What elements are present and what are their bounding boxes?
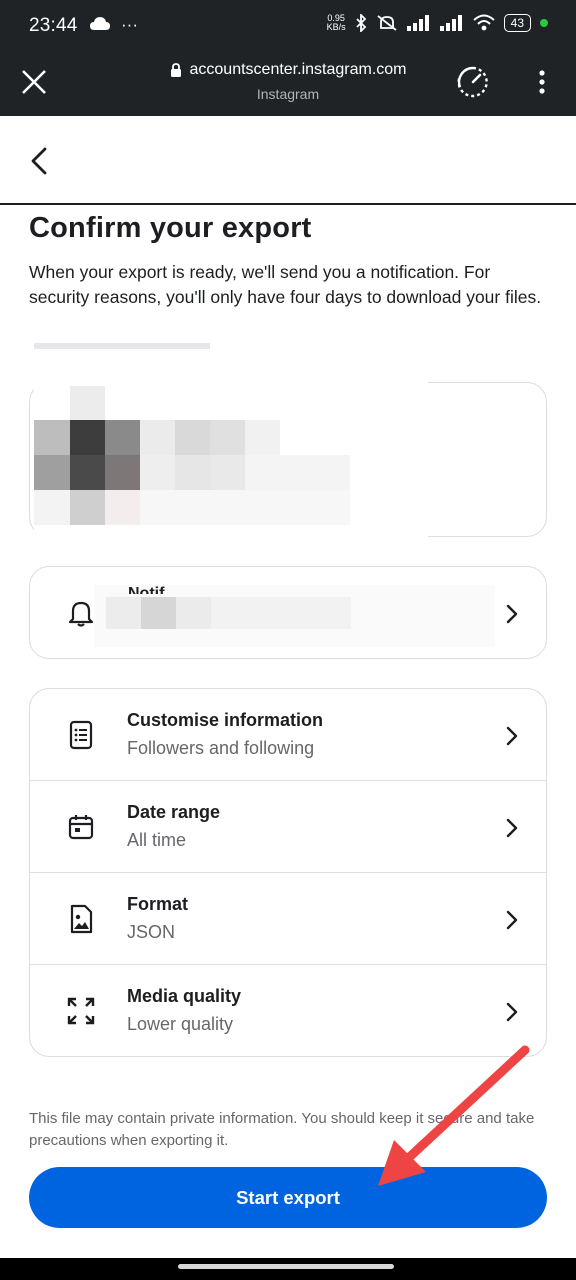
setting-title: Format: [127, 894, 189, 914]
expand-arrows-icon: [67, 997, 95, 1025]
pixelated-redaction: [34, 350, 428, 542]
start-export-button[interactable]: Start export: [29, 1167, 547, 1228]
chevron-right-icon: [506, 726, 518, 746]
speedometer-icon[interactable]: [456, 65, 490, 99]
status-right-icons: 0.95 KB/s 43: [327, 14, 548, 32]
setting-value: Followers and following: [127, 738, 315, 758]
chevron-right-icon: [506, 910, 518, 930]
privacy-footnote: This file may contain private informatio…: [29, 1110, 535, 1149]
cloud-icon: [90, 17, 110, 30]
signal-icon: [406, 15, 429, 31]
setting-title: Media quality: [127, 986, 242, 1006]
page-title: Confirm your export: [29, 212, 312, 244]
status-bar: 23:44 ··· 0.95 KB/s 43: [0, 0, 576, 48]
url-text: accountscenter.instagram.com: [189, 61, 407, 78]
wifi-icon: [472, 14, 495, 31]
more-vertical-icon[interactable]: [532, 68, 552, 96]
browser-bar: accountscenter.instagram.com Instagram: [0, 48, 576, 116]
back-arrow-icon[interactable]: [26, 146, 54, 176]
battery-indicator: 43: [503, 14, 531, 32]
bell-icon: [68, 601, 94, 627]
setting-value: JSON: [127, 922, 176, 942]
status-left-icons: ···: [89, 15, 138, 35]
signal-icon-2: [439, 15, 462, 31]
setting-title: Date range: [127, 802, 221, 822]
mute-icon: [377, 15, 397, 31]
status-dot: [540, 19, 548, 27]
home-handle[interactable]: [178, 1264, 394, 1269]
network-speed: 0.95 KB/s: [327, 14, 346, 32]
bluetooth-icon: [356, 14, 366, 32]
setting-title: Customise information: [127, 710, 324, 730]
more-icon: ···: [121, 15, 138, 34]
page-description: When your export is ready, we'll send yo…: [29, 262, 542, 307]
chevron-right-icon: [506, 1002, 518, 1022]
pixelated-bar-top: [34, 343, 210, 349]
notification-label-redacted: [94, 585, 494, 647]
setting-row-media-quality[interactable]: Media quality Lower quality: [30, 965, 546, 1056]
screen: 23:44 ··· 0.95 KB/s 43 accountscenter.in…: [0, 0, 576, 1280]
page-header: [0, 116, 576, 205]
notification-label-text: Notif...: [128, 586, 178, 594]
chevron-right-icon: [506, 604, 518, 624]
setting-row-format[interactable]: Format JSON: [30, 873, 546, 965]
setting-row-customise[interactable]: Customise information Followers and foll…: [30, 689, 546, 781]
system-nav-bar: [0, 1258, 576, 1280]
lock-icon: [170, 63, 181, 77]
notification-row[interactable]: [29, 566, 547, 659]
status-time: 23:44: [29, 15, 78, 36]
document-list-icon: [69, 720, 93, 750]
setting-row-date-range[interactable]: Date range All time: [30, 781, 546, 873]
export-settings-card: Customise information Followers and foll…: [29, 688, 547, 1057]
network-speed-unit: KB/s: [326, 22, 346, 32]
chevron-right-icon: [506, 818, 518, 838]
image-file-icon: [70, 904, 93, 934]
url-line: accountscenter.instagram.com: [170, 61, 407, 79]
calendar-icon: [68, 815, 94, 840]
setting-value: All time: [127, 830, 187, 850]
setting-value: Lower quality: [127, 1014, 234, 1034]
